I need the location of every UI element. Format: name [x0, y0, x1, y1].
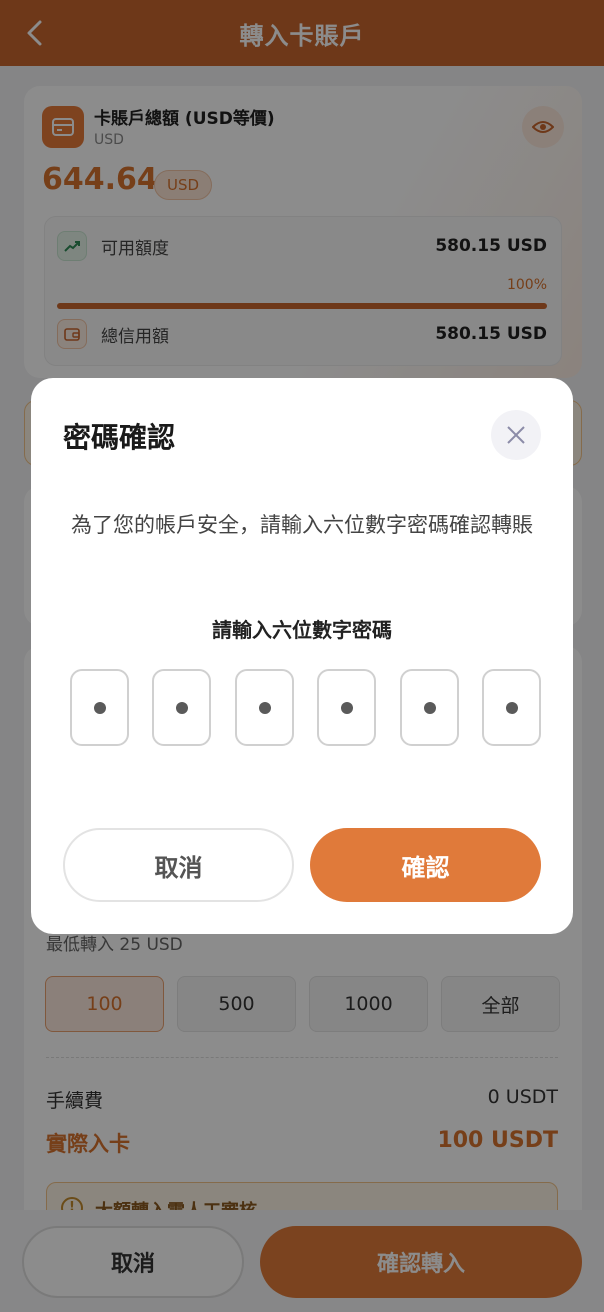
pin-dot	[258, 701, 271, 714]
pin-digit-box[interactable]	[400, 669, 459, 746]
pin-digit-box[interactable]	[482, 669, 541, 746]
pin-dot	[423, 701, 436, 714]
pin-digit-box[interactable]	[70, 669, 129, 746]
password-confirm-dialog: 密碼確認 為了您的帳戶安全，請輸入六位數字密碼確認轉賬 請輸入六位數字密碼 取消…	[31, 378, 573, 934]
pin-dot	[175, 701, 188, 714]
dialog-confirm-button[interactable]: 確認	[310, 828, 541, 902]
pin-digit-box[interactable]	[317, 669, 376, 746]
dialog-cancel-button[interactable]: 取消	[63, 828, 294, 902]
dialog-subtitle: 請輸入六位數字密碼	[212, 618, 392, 642]
pin-dot	[340, 701, 353, 714]
close-icon[interactable]	[491, 410, 541, 460]
dialog-title: 密碼確認	[63, 421, 176, 454]
pin-dot	[93, 701, 106, 714]
pin-dot	[505, 701, 518, 714]
dialog-description: 為了您的帳戶安全，請輸入六位數字密碼確認轉賬	[71, 513, 533, 537]
pin-digit-box[interactable]	[152, 669, 211, 746]
pin-digit-box[interactable]	[235, 669, 294, 746]
